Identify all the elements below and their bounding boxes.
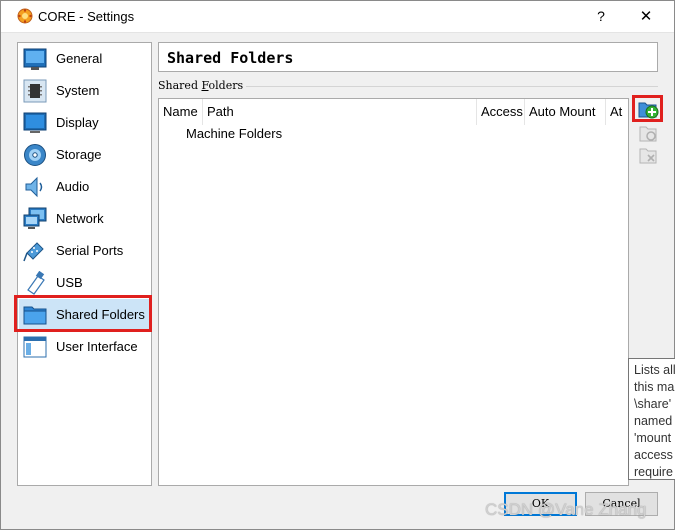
user-interface-icon: [23, 336, 47, 358]
group-label-suffix: olders: [208, 79, 244, 92]
shared-folders-table[interactable]: Name Path Access Auto Mount At Machine F…: [158, 98, 629, 486]
remove-folder-icon[interactable]: [637, 144, 659, 166]
nav-item-label: Serial Ports: [56, 243, 124, 258]
nav-item-label: Display: [56, 115, 99, 130]
shared-folders-group-label: Shared Folders: [158, 79, 243, 92]
virtualbox-app-icon: [17, 8, 33, 24]
page-title: Shared Folders: [167, 49, 294, 67]
column-header-at[interactable]: At: [606, 99, 630, 125]
group-divider: [246, 86, 658, 87]
serial-port-icon: [23, 242, 44, 262]
close-button[interactable]: ✕: [623, 1, 669, 32]
nav-item-serial-ports[interactable]: Serial Ports: [19, 235, 150, 266]
tooltip-line: this ma: [634, 380, 675, 394]
chip-icon: [23, 79, 47, 103]
nav-item-label: Audio: [56, 179, 90, 194]
group-label-mnemonic: F: [201, 79, 209, 92]
column-header-path[interactable]: Path: [203, 99, 477, 125]
tooltip-line: named: [634, 414, 673, 428]
column-header-access[interactable]: Access: [477, 99, 525, 125]
speaker-icon: [25, 176, 43, 198]
edit-folder-icon[interactable]: [637, 122, 659, 144]
column-header-name[interactable]: Name: [159, 99, 203, 125]
tooltip-line: \share': [634, 397, 672, 411]
highlight-annotation-add: [632, 95, 663, 122]
disk-icon: [24, 144, 46, 166]
nav-item-storage[interactable]: Storage: [19, 139, 150, 170]
watermark: CSDN @Vane Zhang: [485, 500, 647, 519]
general-icon: [23, 48, 47, 70]
nav-item-display[interactable]: Display: [19, 107, 150, 138]
nav-item-label: User Interface: [56, 339, 138, 354]
nav-item-label: USB: [56, 275, 83, 290]
tooltip-line: 'mount: [634, 431, 672, 445]
nav-item-network[interactable]: Network: [19, 203, 150, 234]
highlight-annotation: [14, 295, 152, 332]
group-label-prefix: Shared: [158, 79, 202, 92]
help-button[interactable]: ?: [579, 1, 623, 32]
nav-item-audio[interactable]: Audio: [19, 171, 150, 202]
column-header-auto-mount[interactable]: Auto Mount: [525, 99, 606, 125]
nav-item-general[interactable]: General: [19, 43, 150, 74]
nav-item-label: System: [56, 83, 100, 98]
nav-item-usb[interactable]: USB: [19, 267, 150, 298]
monitor-icon: [23, 112, 47, 133]
nav-item-label: Storage: [56, 147, 102, 162]
title-bar: CORE - Settings ? ✕: [1, 1, 674, 33]
nav-item-user-interface[interactable]: User Interface: [19, 331, 150, 362]
nav-item-label: General: [56, 51, 103, 66]
tooltip-line: Lists all: [634, 363, 675, 377]
usb-icon: [27, 271, 45, 295]
settings-category-list: General System Display Storage Audio Net…: [17, 42, 152, 486]
window-title: CORE - Settings: [38, 9, 135, 24]
nav-item-label: Network: [56, 211, 104, 226]
tooltip: Lists all this ma \share' named 'mount a…: [628, 358, 675, 480]
network-icon: [23, 207, 47, 229]
settings-dialog: CORE - Settings ? ✕ General System Displ…: [0, 0, 675, 530]
tooltip-line: access: [634, 448, 673, 462]
table-row-machine-folders[interactable]: Machine Folders: [186, 126, 282, 141]
nav-item-system[interactable]: System: [19, 75, 150, 106]
page-title-box: Shared Folders: [158, 42, 658, 72]
tooltip-line: require: [634, 465, 673, 479]
